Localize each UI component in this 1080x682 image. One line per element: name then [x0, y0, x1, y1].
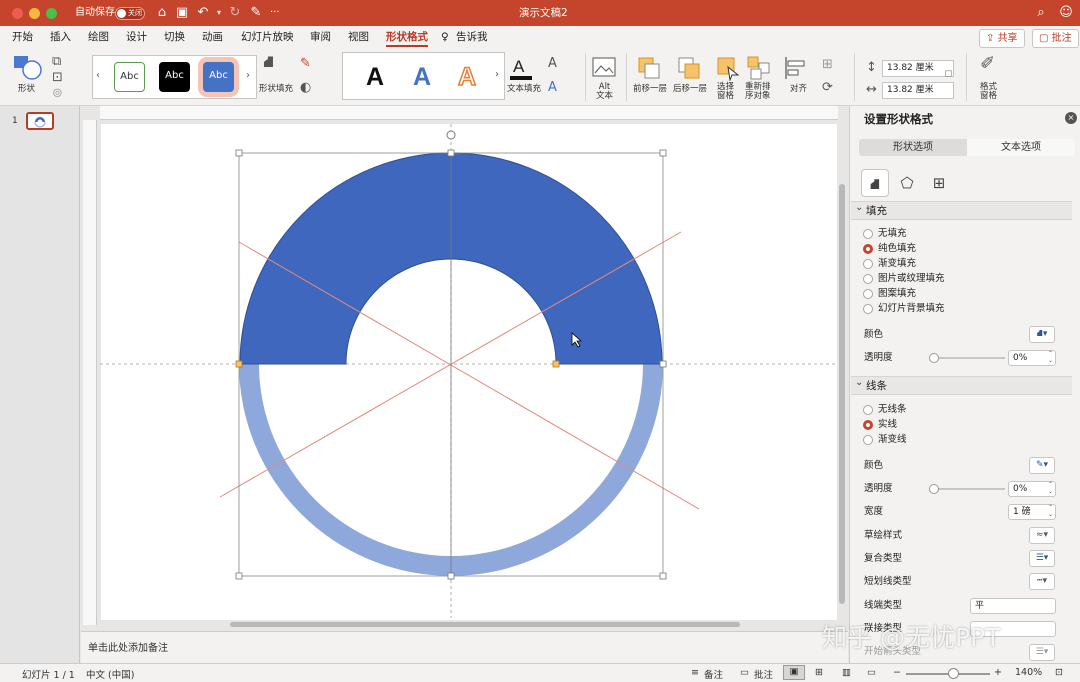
fill-transparency-label: 透明度 — [864, 352, 893, 363]
radio-no-line[interactable] — [863, 405, 873, 415]
sketch-style-dropdown[interactable]: ≈▾ — [1029, 527, 1055, 544]
fill-transparency-input[interactable]: 0% — [1008, 350, 1056, 366]
adjust-handle-left[interactable] — [235, 360, 243, 368]
option-pattern-fill: 图案填充 — [878, 288, 917, 299]
line-width-input[interactable]: 1 磅 — [1008, 504, 1056, 520]
zoom-level[interactable]: 140% — [1015, 667, 1042, 678]
horizontal-scrollbar[interactable] — [230, 622, 740, 627]
notes-area[interactable]: 单击此处添加备注 — [81, 631, 848, 663]
fill-color-label: 颜色 — [864, 329, 884, 340]
cap-type-label: 线端类型 — [864, 600, 903, 611]
size-properties-icon[interactable]: ⊞ — [925, 169, 953, 197]
compound-type-dropdown[interactable]: ☰▾ — [1029, 550, 1055, 567]
radio-gradient-fill[interactable] — [863, 259, 873, 269]
dash-type-dropdown[interactable]: ┅▾ — [1029, 573, 1055, 590]
close-icon[interactable]: × — [1065, 112, 1077, 124]
radio-slide-bg-fill[interactable] — [863, 304, 873, 314]
radio-gradient-line[interactable] — [863, 435, 873, 445]
zoom-out-icon[interactable]: − — [893, 667, 901, 678]
dash-type-label: 短划线类型 — [864, 576, 912, 587]
radio-picture-fill[interactable] — [863, 274, 873, 284]
fill-section-header[interactable]: 填充 — [851, 199, 1072, 220]
fit-slide-icon[interactable]: ⊡ — [1055, 667, 1063, 678]
tab-text-options[interactable]: 文本选项 — [967, 139, 1075, 156]
language-status[interactable]: 中文 (中国) — [86, 667, 134, 681]
slide-counter: 幻灯片 1 / 1 — [22, 670, 75, 681]
option-no-line: 无线条 — [878, 404, 907, 415]
line-transparency-label: 透明度 — [864, 483, 893, 494]
sketch-style-label: 草绘样式 — [864, 530, 903, 541]
slide-sorter-icon[interactable]: ⊞ — [815, 667, 823, 678]
option-slide-bg-fill: 幻灯片背景填充 — [878, 303, 945, 314]
status-bar: 幻灯片 1 / 1 中文 (中国) ≡ 备注 ▭ 批注 ▣ ⊞ ▥ ▭ − + … — [0, 663, 1080, 682]
option-solid-fill: 纯色填充 — [878, 243, 917, 254]
zoom-slider-knob[interactable] — [948, 668, 959, 679]
tab-shape-options[interactable]: 形状选项 — [859, 139, 967, 156]
line-width-label: 宽度 — [864, 506, 884, 517]
slideshow-icon[interactable]: ▭ — [867, 667, 876, 678]
comments-toggle[interactable]: 批注 — [754, 667, 773, 681]
fill-line-icon[interactable]: ⛘ — [861, 169, 889, 197]
line-section-header[interactable]: 线条 — [851, 374, 1072, 395]
vertical-scrollbar[interactable] — [838, 124, 847, 624]
option-gradient-fill: 渐变填充 — [878, 258, 917, 269]
adjust-handle-inner[interactable] — [552, 360, 560, 368]
radio-pattern-fill[interactable] — [863, 289, 873, 299]
line-transparency-input[interactable]: 0% — [1008, 481, 1056, 497]
cap-type-select[interactable]: 平 — [970, 598, 1056, 614]
radio-solid-fill[interactable] — [863, 244, 873, 254]
comment-status-icon[interactable]: ▭ — [740, 667, 749, 678]
notes-icon[interactable]: ≡ — [691, 667, 699, 678]
notes-placeholder: 单击此处添加备注 — [88, 643, 168, 654]
watermark-text: 知乎 @无忧PPT — [822, 623, 1001, 652]
option-gradient-line: 渐变线 — [878, 434, 907, 445]
radio-no-fill[interactable] — [863, 229, 873, 239]
zoom-in-icon[interactable]: + — [994, 667, 1002, 678]
fill-color-picker[interactable]: ⛘▾ — [1029, 326, 1055, 343]
option-picture-fill: 图片或纹理填充 — [878, 273, 945, 284]
notes-toggle[interactable]: 备注 — [704, 667, 723, 681]
format-pane-title: 设置形状格式 — [864, 112, 933, 126]
begin-arrow-dropdown[interactable]: ☰▾ — [1029, 644, 1055, 661]
normal-view-icon[interactable]: ▣ — [783, 665, 805, 680]
line-color-picker[interactable]: ✎▾ — [1029, 457, 1055, 474]
line-transparency-slider[interactable] — [929, 484, 1005, 494]
radio-solid-line[interactable] — [863, 420, 873, 430]
option-solid-line: 实线 — [878, 419, 898, 430]
fill-transparency-slider[interactable] — [929, 353, 1005, 363]
option-no-fill: 无填充 — [878, 228, 907, 239]
rotate-handle[interactable] — [446, 130, 456, 140]
reading-view-icon[interactable]: ▥ — [842, 667, 851, 678]
line-color-label: 颜色 — [864, 460, 884, 471]
compound-type-label: 复合类型 — [864, 553, 903, 564]
effects-icon[interactable]: ⬠ — [893, 169, 921, 197]
